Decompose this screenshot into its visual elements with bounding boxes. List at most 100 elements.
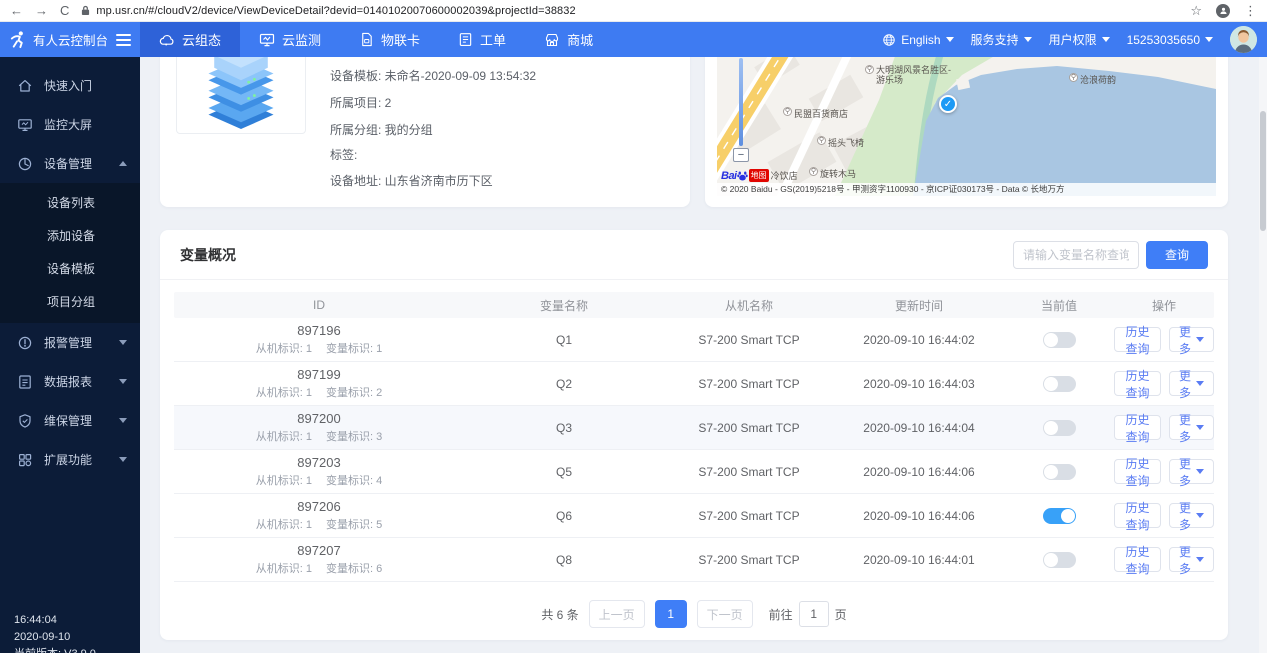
- map-poi-chairs: ⚲摇头飞椅: [817, 136, 864, 149]
- sidebar-item-device-list[interactable]: 设备列表: [0, 187, 140, 220]
- update-time: 2020-09-10 16:44:06: [834, 465, 1004, 479]
- slave-name: S7-200 Smart TCP: [664, 333, 834, 347]
- user-permission-dropdown[interactable]: 用户权限: [1049, 31, 1110, 48]
- sidebar-item-quick-start[interactable]: 快速入门: [0, 66, 140, 105]
- query-button[interactable]: 查询: [1146, 241, 1208, 269]
- var-tag: 变量标识: 6: [326, 560, 382, 576]
- history-query-button[interactable]: 历史查询: [1114, 415, 1161, 440]
- value-toggle[interactable]: [1043, 508, 1076, 524]
- more-button[interactable]: 更多: [1169, 371, 1214, 396]
- history-query-button[interactable]: 历史查询: [1114, 547, 1161, 572]
- history-query-button[interactable]: 历史查询: [1114, 459, 1161, 484]
- bookmark-star-icon[interactable]: ☆: [1190, 4, 1202, 17]
- tab-mall[interactable]: 商城: [525, 22, 612, 57]
- extensions-icon: [17, 452, 33, 468]
- device-address-line: 设备地址: 山东省济南市历下区: [330, 172, 493, 189]
- more-button[interactable]: 更多: [1169, 503, 1214, 528]
- poi-icon: ⚲: [817, 136, 826, 145]
- tab-work-order[interactable]: 工单: [439, 22, 525, 57]
- tab-label: 云组态: [182, 30, 221, 49]
- variable-id: 897206: [174, 499, 464, 514]
- main-content: 设备模板: 未命名-2020-09-09 13:54:32 所属项目: 2 所属…: [140, 57, 1259, 653]
- variable-id: 897196: [174, 323, 464, 338]
- scrollbar-thumb[interactable]: [1260, 111, 1266, 231]
- account-number: 15253035650: [1127, 33, 1200, 47]
- update-time: 2020-09-10 16:44:06: [834, 509, 1004, 523]
- more-button[interactable]: 更多: [1169, 459, 1214, 484]
- browser-forward-icon[interactable]: →: [35, 4, 48, 17]
- variable-search-input[interactable]: [1013, 241, 1139, 269]
- sidebar-item-project-group[interactable]: 项目分组: [0, 286, 140, 319]
- poi-icon: ⚲: [1069, 73, 1078, 82]
- slave-name: S7-200 Smart TCP: [664, 465, 834, 479]
- mall-icon: [544, 32, 560, 48]
- chrome-profile-icon[interactable]: [1216, 4, 1230, 18]
- device-location-marker[interactable]: ✓: [939, 95, 957, 113]
- update-time: 2020-09-10 16:44:01: [834, 553, 1004, 567]
- map-zoom-slider[interactable]: −: [733, 57, 751, 162]
- device-tag-line: 标签:: [330, 146, 357, 163]
- chevron-down-icon: [1102, 37, 1110, 42]
- sidebar-item-maintenance[interactable]: 维保管理: [0, 401, 140, 440]
- account-dropdown[interactable]: 15253035650: [1127, 33, 1213, 47]
- history-query-button[interactable]: 历史查询: [1114, 327, 1161, 352]
- browser-back-icon[interactable]: ←: [10, 4, 23, 17]
- brand[interactable]: 有人云控制台: [0, 22, 140, 57]
- table-row: 897199 从机标识: 1变量标识: 2 Q2 S7-200 Smart TC…: [174, 362, 1214, 406]
- device-template-line: 设备模板: 未命名-2020-09-09 13:54:32: [330, 67, 536, 84]
- browser-refresh-icon[interactable]: C: [60, 4, 69, 17]
- sidebar-footer: 16:44:04 2020-09-10 当前版本: V3.9.0: [14, 612, 96, 653]
- chevron-down-icon: [1196, 469, 1204, 474]
- prev-page-button[interactable]: 上一页: [589, 600, 645, 628]
- sidebar-item-extensions[interactable]: 扩展功能: [0, 440, 140, 479]
- sidebar-item-alarm-management[interactable]: 报警管理: [0, 323, 140, 362]
- slave-tag: 从机标识: 1: [256, 340, 312, 356]
- next-page-button[interactable]: 下一页: [697, 600, 753, 628]
- value-toggle[interactable]: [1043, 376, 1076, 392]
- more-button[interactable]: 更多: [1169, 415, 1214, 440]
- menu-collapse-icon[interactable]: [116, 34, 131, 46]
- zoom-out-button[interactable]: −: [733, 148, 749, 162]
- address-bar[interactable]: mp.usr.cn/#/cloudV2/device/ViewDeviceDet…: [81, 5, 1178, 17]
- scrollbar-track[interactable]: [1259, 57, 1267, 653]
- tab-cloud-monitor[interactable]: 云监测: [240, 22, 340, 57]
- slave-tag: 从机标识: 1: [256, 560, 312, 576]
- section-title: 变量概况: [180, 245, 236, 265]
- chevron-down-icon: [119, 340, 127, 345]
- sidebar-item-add-device[interactable]: 添加设备: [0, 220, 140, 253]
- history-query-button[interactable]: 历史查询: [1114, 371, 1161, 396]
- goto-page-input[interactable]: [799, 601, 829, 627]
- chevron-down-icon: [1205, 37, 1213, 42]
- update-time: 2020-09-10 16:44:03: [834, 377, 1004, 391]
- slave-name: S7-200 Smart TCP: [664, 509, 834, 523]
- variable-id: 897200: [174, 411, 464, 426]
- more-button[interactable]: 更多: [1169, 327, 1214, 352]
- tab-iot-sim[interactable]: 物联卡: [340, 22, 439, 57]
- value-toggle[interactable]: [1043, 420, 1076, 436]
- value-toggle[interactable]: [1043, 332, 1076, 348]
- map-card: ⚲ 大明湖风景名胜区-游乐场 ⚲沧浪荷韵 ⚲民盟百货商店 ⚲摇头飞椅 ⚲旋转木马…: [705, 57, 1228, 207]
- var-tag: 变量标识: 2: [326, 384, 382, 400]
- baidu-map[interactable]: ⚲ 大明湖风景名胜区-游乐场 ⚲沧浪荷韵 ⚲民盟百货商店 ⚲摇头飞椅 ⚲旋转木马…: [717, 57, 1216, 196]
- more-button[interactable]: 更多: [1169, 547, 1214, 572]
- sidebar-item-device-management[interactable]: 设备管理: [0, 144, 140, 183]
- avatar[interactable]: [1230, 26, 1257, 53]
- value-toggle[interactable]: [1043, 552, 1076, 568]
- current-page[interactable]: 1: [655, 600, 687, 628]
- chevron-down-icon: [119, 418, 127, 423]
- service-support-dropdown[interactable]: 服务支持: [971, 31, 1032, 48]
- tab-label: 云监测: [282, 30, 321, 49]
- variables-table: ID 变量名称 从机名称 更新时间 当前值 操作 897196 从机标识: 1变…: [174, 292, 1214, 582]
- browser-menu-icon[interactable]: ⋮: [1244, 4, 1257, 17]
- sidebar-item-device-template[interactable]: 设备模板: [0, 253, 140, 286]
- sidebar-item-monitor-screen[interactable]: 监控大屏: [0, 105, 140, 144]
- history-query-button[interactable]: 历史查询: [1114, 503, 1161, 528]
- language-label: English: [901, 33, 940, 47]
- tab-label: 商城: [567, 30, 593, 49]
- map-poi-store: ⚲民盟百货商店: [783, 107, 848, 120]
- value-toggle[interactable]: [1043, 464, 1076, 480]
- slave-tag: 从机标识: 1: [256, 472, 312, 488]
- language-dropdown[interactable]: English: [882, 33, 953, 47]
- sidebar-item-data-report[interactable]: 数据报表: [0, 362, 140, 401]
- tab-cloud-scada[interactable]: 云组态: [140, 22, 240, 57]
